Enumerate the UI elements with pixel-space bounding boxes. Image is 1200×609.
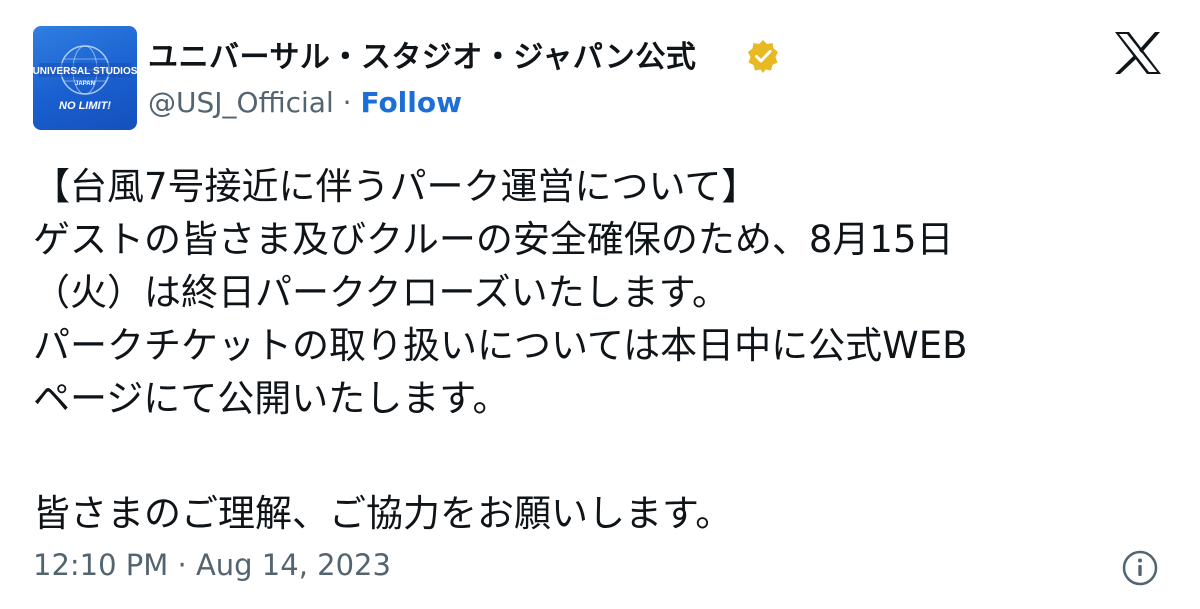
avatar-logo-line2: JAPAN <box>75 81 95 87</box>
tweet-card: UNIVERSAL STUDIOS JAPAN NO LIMIT! ユニバーサル… <box>0 0 1200 609</box>
handle-row: @USJ_Official · Follow <box>148 86 462 119</box>
x-logo-icon[interactable] <box>1112 30 1164 76</box>
author-handle[interactable]: @USJ_Official <box>148 86 334 119</box>
avatar-logo-line1: UNIVERSAL STUDIOS <box>33 66 137 77</box>
follow-button[interactable]: Follow <box>360 86 462 119</box>
author-name[interactable]: ユニバーサル・スタジオ・ジャパン公式 <box>148 32 696 76</box>
tweet-timestamp[interactable]: 12:10 PM · Aug 14, 2023 <box>33 548 391 582</box>
tweet-text: 【台風7号接近に伴うパーク運営について】 ゲストの皆さま及びクルーの安全確保のた… <box>33 160 1173 540</box>
tweet-line: ページにて公開いたします。 <box>33 377 510 420</box>
avatar[interactable]: UNIVERSAL STUDIOS JAPAN NO LIMIT! <box>33 26 137 130</box>
tweet-closing-line: 皆さまのご理解、ご協力をお願いします。 <box>33 492 733 535</box>
tweet-line: ゲストの皆さま及びクルーの安全確保のため、8月15日 <box>33 218 954 261</box>
handle-separator: · <box>333 86 361 119</box>
tweet-line: （火）は終日パーククローズいたします。 <box>33 271 729 314</box>
verified-badge-icon <box>748 40 778 73</box>
info-icon[interactable] <box>1120 548 1160 588</box>
universal-globe-logo-icon: UNIVERSAL STUDIOS JAPAN NO LIMIT! <box>33 45 137 112</box>
tweet-line: 【台風7号接近に伴うパーク運営について】 <box>33 165 759 208</box>
tweet-line: パークチケットの取り扱いについては本日中に公式WEB <box>33 324 968 367</box>
avatar-logo-line3: NO LIMIT! <box>59 100 111 112</box>
